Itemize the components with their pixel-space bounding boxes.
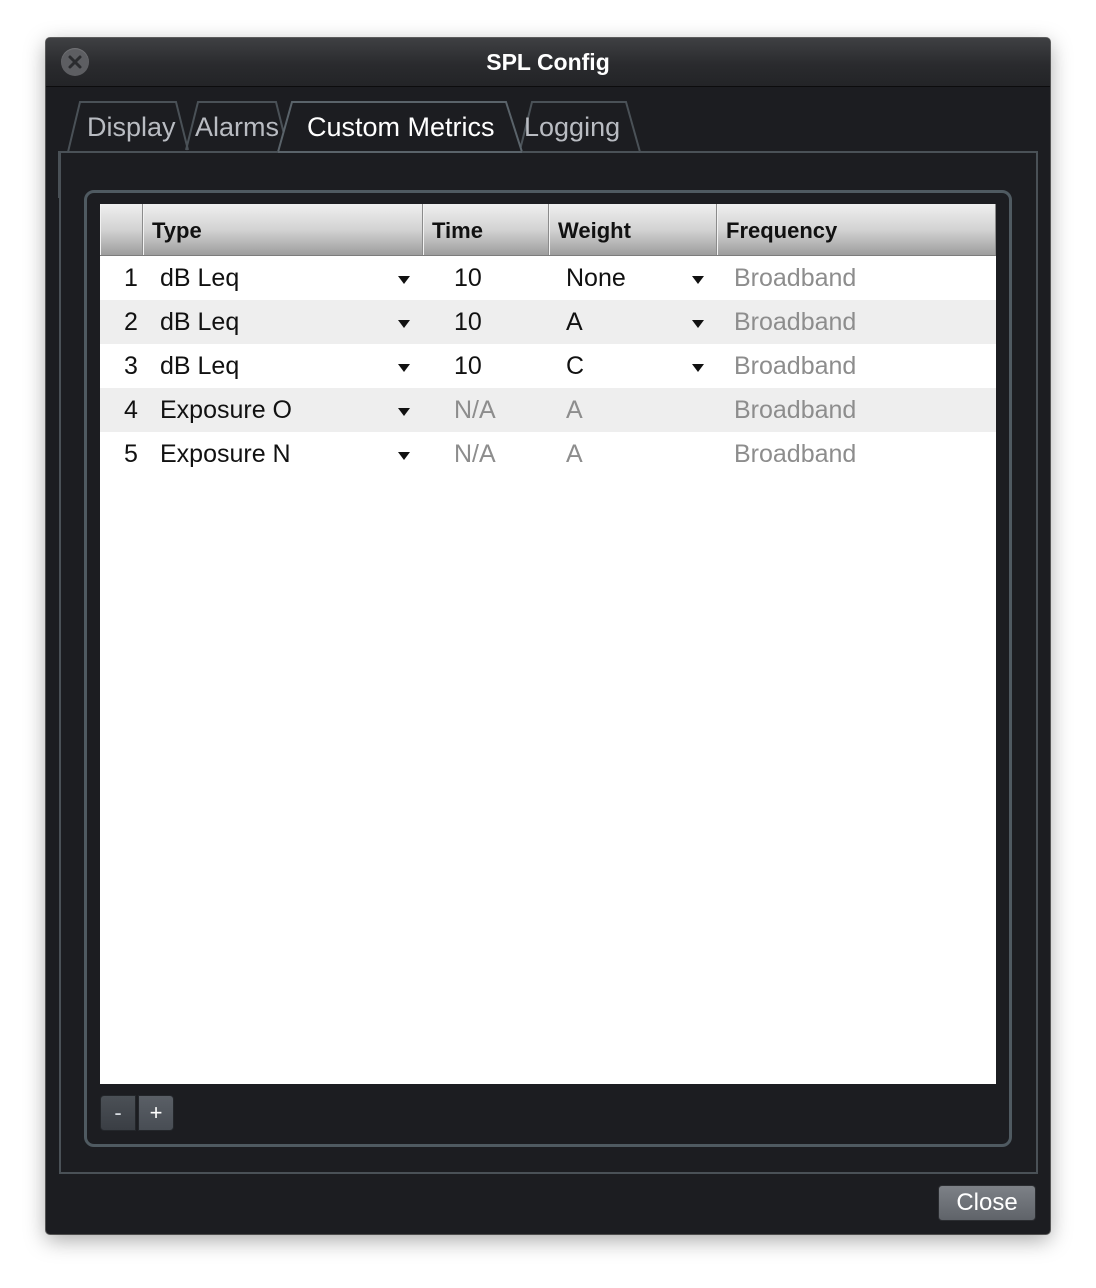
table-row[interactable]: 1 dB Leq 10 None Broadband <box>100 256 996 300</box>
tab-display[interactable]: Display <box>87 112 176 143</box>
table-row[interactable]: 5 Exposure N N/A A Broadband <box>100 432 996 476</box>
type-select[interactable]: dB Leq <box>160 300 239 344</box>
weight-value: A <box>566 396 583 424</box>
time-field[interactable]: 10 <box>454 256 482 300</box>
type-select[interactable]: Exposure N <box>160 432 291 476</box>
dropdown-arrow-icon[interactable] <box>398 364 410 372</box>
metrics-table: Type Time Weight Frequency 1 dB Leq 10 N… <box>100 204 996 1084</box>
weight-select[interactable]: C <box>566 344 584 388</box>
table-row[interactable]: 2 dB Leq 10 A Broadband <box>100 300 996 344</box>
row-index: 1 <box>124 264 138 292</box>
table-row[interactable]: 3 dB Leq 10 C Broadband <box>100 344 996 388</box>
time-field: N/A <box>454 440 496 468</box>
dropdown-arrow-icon[interactable] <box>692 320 704 328</box>
spl-config-window: SPL Config Display Alarms Custom Metrics… <box>46 38 1050 1234</box>
type-select[interactable]: dB Leq <box>160 256 239 300</box>
row-index: 3 <box>124 352 138 380</box>
weight-select[interactable]: A <box>566 300 583 344</box>
dropdown-arrow-icon[interactable] <box>398 276 410 284</box>
time-field[interactable]: 10 <box>454 300 482 344</box>
tab-logging[interactable]: Logging <box>524 112 620 143</box>
header-time[interactable]: Time <box>423 204 549 255</box>
remove-metric-button[interactable]: - <box>100 1095 136 1131</box>
frequency-value: Broadband <box>734 352 857 380</box>
weight-value: A <box>566 440 583 468</box>
dropdown-arrow-icon[interactable] <box>398 452 410 460</box>
tab-alarms[interactable]: Alarms <box>195 112 279 143</box>
time-field: N/A <box>454 396 496 424</box>
row-index: 4 <box>124 396 138 424</box>
row-index: 2 <box>124 308 138 336</box>
add-metric-button[interactable]: + <box>138 1095 174 1131</box>
type-select[interactable]: dB Leq <box>160 344 239 388</box>
frequency-value: Broadband <box>734 396 857 424</box>
header-index <box>100 204 143 255</box>
header-weight[interactable]: Weight <box>549 204 717 255</box>
frequency-value: Broadband <box>734 264 857 292</box>
table-header: Type Time Weight Frequency <box>100 204 996 256</box>
frequency-value: Broadband <box>734 308 857 336</box>
dropdown-arrow-icon[interactable] <box>398 320 410 328</box>
close-button[interactable]: Close <box>938 1185 1036 1221</box>
weight-select[interactable]: None <box>566 256 626 300</box>
row-index: 5 <box>124 440 138 468</box>
dropdown-arrow-icon[interactable] <box>398 408 410 416</box>
header-frequency[interactable]: Frequency <box>717 204 996 255</box>
time-field[interactable]: 10 <box>454 344 482 388</box>
dropdown-arrow-icon[interactable] <box>692 276 704 284</box>
dropdown-arrow-icon[interactable] <box>692 364 704 372</box>
type-select[interactable]: Exposure O <box>160 388 292 432</box>
tab-custom-metrics[interactable]: Custom Metrics <box>307 112 495 143</box>
table-row[interactable]: 4 Exposure O N/A A Broadband <box>100 388 996 432</box>
header-type[interactable]: Type <box>143 204 423 255</box>
frequency-value: Broadband <box>734 440 857 468</box>
